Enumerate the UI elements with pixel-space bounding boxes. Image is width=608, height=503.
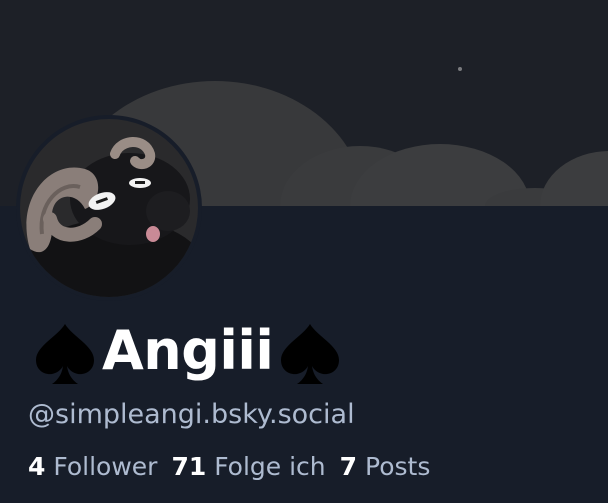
black-ram-avatar-icon [20,119,198,297]
following-count: 71 [171,452,207,481]
display-name-text: Angiii [102,319,274,382]
display-name: Angiii [30,314,345,388]
following-link[interactable]: 71 Folge ich [171,452,325,481]
posts-count: 7 [339,452,358,481]
following-label: Folge ich [214,452,326,481]
followers-link[interactable]: 4 Follower [28,452,157,481]
posts-label: Posts [365,452,431,481]
profile-handle: @simpleangi.bsky.social [28,399,355,430]
posts-stat: 7 Posts [340,452,431,481]
spade-icon [30,314,100,388]
spade-icon [275,314,345,388]
avatar[interactable] [16,115,202,301]
profile-stats: 4 Follower 71 Folge ich 7 Posts [28,449,444,485]
followers-label: Follower [53,452,158,481]
followers-count: 4 [28,452,46,481]
